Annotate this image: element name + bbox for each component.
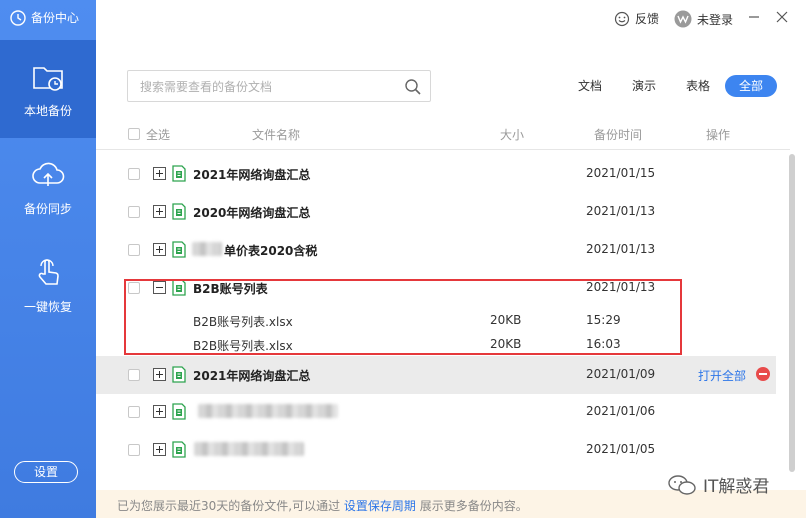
feedback-label: 反馈	[635, 12, 660, 26]
local-backup-icon	[33, 66, 63, 91]
version-row[interactable]: B2B账号列表.xlsx 20KB 15:29	[96, 307, 776, 333]
file-name: 单价表2020含税	[224, 244, 318, 258]
search-icon[interactable]	[404, 78, 422, 96]
sidebar-item-local-backup[interactable]: 本地备份	[0, 40, 96, 138]
row-checkbox[interactable]	[128, 168, 140, 180]
spreadsheet-file-icon	[172, 279, 186, 296]
expand-icon[interactable]	[153, 368, 166, 381]
watermark-text: IT解惑君	[703, 477, 770, 497]
open-all-link[interactable]: 打开全部	[698, 367, 746, 384]
row-checkbox[interactable]	[128, 444, 140, 456]
sidebar-item-one-click-restore[interactable]: 一键恢复	[0, 236, 96, 334]
file-name: 2021年网络询盘汇总	[193, 168, 311, 182]
expand-icon[interactable]	[153, 167, 166, 180]
file-name: 2020年网络询盘汇总	[193, 206, 311, 220]
touch-restore-icon	[38, 258, 59, 285]
redacted-text	[198, 404, 338, 418]
file-name: 2021年网络询盘汇总	[193, 369, 311, 383]
filter-spreadsheets[interactable]: 表格	[684, 75, 712, 97]
backup-center-logo-icon	[10, 9, 26, 26]
table-row[interactable]: 2020年网络询盘汇总 2021/01/13	[96, 193, 776, 231]
row-checkbox[interactable]	[128, 206, 140, 218]
spreadsheet-file-icon	[172, 241, 186, 258]
row-checkbox[interactable]	[128, 282, 140, 294]
column-time: 备份时间	[594, 128, 643, 142]
app-title: 备份中心	[10, 9, 79, 26]
column-size: 大小	[500, 128, 525, 142]
sidebar-item-label: 本地备份	[23, 103, 72, 118]
expand-icon[interactable]	[153, 405, 166, 418]
table-row[interactable]: 单价表2020含税 2021/01/13	[96, 231, 776, 269]
login-label: 未登录	[697, 12, 734, 27]
backup-date: 2021/01/13	[586, 280, 656, 294]
cloud-upload-icon	[32, 162, 65, 186]
select-all-checkbox[interactable]	[128, 128, 140, 140]
expand-icon[interactable]	[153, 243, 166, 256]
backup-date: 2021/01/13	[586, 204, 656, 218]
footer-text-before: 已为您展示最近30天的备份文件,可以通过	[117, 499, 341, 513]
version-time: 15:29	[586, 313, 621, 327]
header-divider	[96, 149, 790, 150]
column-action: 操作	[706, 128, 731, 142]
sidebar: 备份中心 本地备份 备份同步 一键恢复 设置	[0, 0, 96, 518]
version-file-name: B2B账号列表.xlsx	[193, 339, 293, 353]
backup-date: 2021/01/13	[586, 242, 656, 256]
backup-date: 2021/01/09	[586, 367, 656, 381]
spreadsheet-file-icon	[172, 403, 186, 420]
table-row-expanded[interactable]: B2B账号列表 2021/01/13	[96, 269, 776, 307]
filter-presentations[interactable]: 演示	[630, 75, 658, 97]
minimize-icon[interactable]	[746, 9, 762, 25]
version-time: 16:03	[586, 337, 621, 351]
table-row[interactable]: 2021年网络询盘汇总 2021/01/09 打开全部	[96, 356, 776, 394]
search-box	[127, 70, 431, 102]
footer-text-after: 展示更多备份内容。	[419, 499, 528, 513]
table-row[interactable]: 2021年网络询盘汇总 2021/01/15	[96, 155, 776, 193]
filter-all[interactable]: 全部	[725, 75, 777, 97]
sidebar-item-label: 一键恢复	[23, 299, 72, 314]
login-button[interactable]: 未登录	[674, 10, 733, 28]
collapse-icon[interactable]	[153, 281, 166, 294]
table-row[interactable]: 2021/01/06	[96, 393, 776, 431]
filter-documents[interactable]: 文档	[576, 75, 604, 97]
version-row[interactable]: B2B账号列表.xlsx 20KB 16:03	[96, 331, 776, 357]
row-checkbox[interactable]	[128, 244, 140, 256]
app-title-text: 备份中心	[31, 11, 80, 25]
footer-text: 已为您展示最近30天的备份文件,可以通过 设置保存周期 展示更多备份内容。	[117, 497, 528, 514]
row-checkbox[interactable]	[128, 369, 140, 381]
backup-date: 2021/01/05	[586, 442, 656, 456]
spreadsheet-file-icon	[172, 165, 186, 182]
wechat-icon	[668, 474, 696, 495]
sidebar-item-backup-sync[interactable]: 备份同步	[0, 138, 96, 236]
avatar-icon	[674, 10, 692, 28]
redacted-text	[194, 442, 304, 456]
select-all-label: 全选	[146, 128, 171, 142]
delete-icon[interactable]	[756, 367, 770, 381]
file-name: B2B账号列表	[193, 282, 268, 296]
version-size: 20KB	[490, 337, 522, 351]
version-file-name: B2B账号列表.xlsx	[193, 315, 293, 329]
table-header: 全选 文件名称 大小 备份时间 操作	[96, 124, 806, 144]
expand-icon[interactable]	[153, 443, 166, 456]
row-checkbox[interactable]	[128, 406, 140, 418]
retention-settings-link[interactable]: 设置保存周期	[344, 499, 416, 513]
backup-date: 2021/01/06	[586, 404, 656, 418]
spreadsheet-file-icon	[172, 441, 186, 458]
version-size: 20KB	[490, 313, 522, 327]
watermark: IT解惑君	[667, 472, 769, 497]
sidebar-item-label: 备份同步	[23, 201, 72, 216]
search-input[interactable]	[140, 79, 390, 95]
table-row[interactable]: 2021/01/05	[96, 431, 776, 469]
settings-button[interactable]: 设置	[14, 461, 78, 483]
redacted-text	[192, 242, 222, 256]
feedback-icon	[614, 11, 630, 26]
close-icon[interactable]	[774, 9, 790, 25]
column-name: 文件名称	[252, 128, 301, 142]
backup-date: 2021/01/15	[586, 166, 656, 180]
spreadsheet-file-icon	[172, 366, 186, 383]
feedback-button[interactable]: 反馈	[614, 10, 659, 27]
scrollbar[interactable]	[789, 154, 795, 472]
spreadsheet-file-icon	[172, 203, 186, 220]
expand-icon[interactable]	[153, 205, 166, 218]
